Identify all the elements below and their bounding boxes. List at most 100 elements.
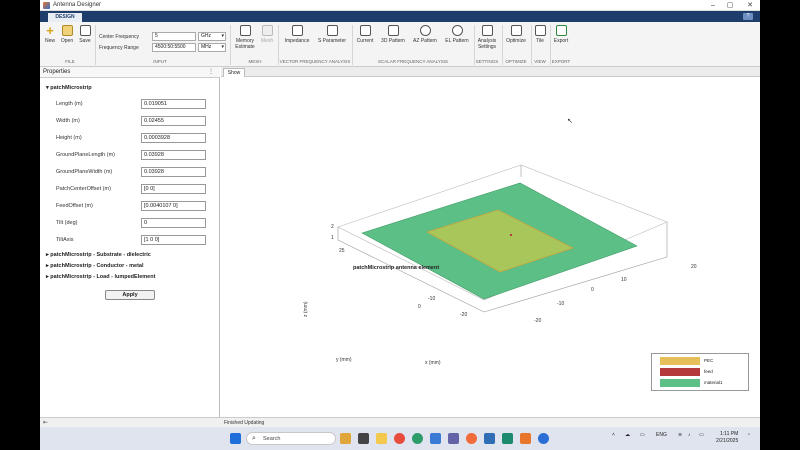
windows-taskbar: ⌕ Search ˄ ☁ ▭ ENG ≋ ♪ ▭ 1:11 PM 2/21/20…	[40, 427, 760, 450]
export-button[interactable]: Export	[551, 25, 571, 44]
current-button[interactable]: Current	[354, 25, 376, 44]
close-button[interactable]: ✕	[743, 1, 757, 10]
export-label: Export	[553, 38, 569, 44]
maximize-button[interactable]: ▢	[723, 1, 737, 10]
property-label: GroundPlaneLength (m)	[56, 152, 116, 158]
chrome-icon[interactable]	[394, 433, 405, 444]
open-button[interactable]: Open	[59, 25, 75, 44]
3d-pattern-button[interactable]: 3D Pattern	[379, 25, 407, 44]
s-parameter-icon	[326, 25, 338, 36]
collapse-panel-icon[interactable]: ⇤	[43, 419, 48, 426]
section-conductor[interactable]: ▸ patchMicrostrip - Conductor - metal	[46, 263, 144, 269]
status-bar: ⇤ Finished Updating	[40, 417, 760, 427]
z-tick-1: 1	[331, 235, 334, 241]
new-button[interactable]: + New	[43, 24, 57, 44]
terminal-icon[interactable]	[502, 433, 513, 444]
y-tick-neg20: -20	[460, 312, 467, 318]
tile-label: Tile	[536, 38, 544, 44]
property-input[interactable]: 0.0003928	[141, 133, 206, 143]
task-view-icon[interactable]	[358, 433, 369, 444]
memory-estimate-button[interactable]: Memory Estimate	[232, 25, 258, 50]
ribbon-tab-strip: DESIGN ?	[40, 11, 760, 22]
section-load[interactable]: ▸ patchMicrostrip - Load - lumpedElement	[46, 274, 155, 280]
property-input[interactable]: [0.0040107 0]	[141, 201, 206, 211]
frequency-range-unit-select[interactable]: MHz	[198, 43, 226, 52]
tray-chevron-icon[interactable]: ˄	[612, 432, 615, 438]
windows-start-icon[interactable]	[230, 433, 241, 444]
mesh-button[interactable]: Mesh	[259, 25, 275, 44]
optimize-button[interactable]: Optimize	[503, 25, 529, 44]
az-pattern-button[interactable]: AZ Pattern	[410, 25, 440, 44]
y-axis-label: y (mm)	[336, 357, 352, 363]
property-label: TiltAxis	[56, 237, 74, 243]
x-axis-label: x (mm)	[425, 360, 441, 366]
z-axis-label: z (mm)	[303, 301, 309, 317]
el-pattern-icon	[451, 25, 463, 36]
edge-icon[interactable]	[412, 433, 423, 444]
property-input[interactable]: 0.03928	[141, 150, 206, 160]
tab-show[interactable]: Show	[223, 68, 245, 77]
minimize-button[interactable]: –	[706, 1, 720, 10]
3d-pattern-label: 3D Pattern	[381, 38, 405, 44]
help-button[interactable]: ?	[743, 13, 753, 20]
tile-grid-icon	[534, 25, 546, 36]
notification-icon[interactable]: ◔	[747, 432, 750, 438]
group-file-label: FILE	[65, 59, 75, 64]
section-substrate[interactable]: ▸ patchMicrostrip - Substrate - dielectr…	[46, 252, 151, 258]
language-indicator[interactable]: ENG	[656, 432, 667, 438]
legend-label-material: material1	[704, 380, 723, 385]
word-icon[interactable]	[484, 433, 495, 444]
store-icon[interactable]	[430, 433, 441, 444]
tab-design[interactable]: DESIGN	[48, 13, 82, 22]
y-tick-neg10: -10	[428, 296, 435, 302]
analysis-settings-button[interactable]: Analysis Settings	[475, 25, 499, 50]
section-patch-microstrip[interactable]: ▾ patchMicrostrip	[46, 85, 92, 91]
search-icon: ⌕	[252, 435, 256, 442]
el-pattern-button[interactable]: EL Pattern	[442, 25, 472, 44]
zoom-icon[interactable]	[538, 433, 549, 444]
app-icon[interactable]	[466, 433, 477, 444]
ribbon-toolbar: + New Open Save FILE Center Frequency 5 …	[40, 22, 760, 67]
status-text: Finished Updating	[224, 420, 265, 426]
property-input[interactable]: 0.019051	[141, 99, 206, 109]
matlab-taskbar-icon[interactable]	[520, 433, 531, 444]
legend-label-feed: feed	[704, 369, 713, 374]
antenna-designer-window: Antenna Designer – ▢ ✕ DESIGN ? + New Op…	[40, 0, 760, 450]
impedance-label: Impedance	[284, 38, 310, 44]
az-pattern-label: AZ Pattern	[413, 38, 437, 44]
folder-icon	[61, 25, 73, 36]
s-parameter-button[interactable]: S Parameter	[315, 25, 349, 44]
x-tick-10: 10	[621, 277, 627, 283]
onedrive-icon[interactable]: ▭	[640, 432, 645, 438]
property-input[interactable]: [0 0]	[141, 184, 206, 194]
property-input[interactable]: [1 0 0]	[141, 235, 206, 245]
file-explorer-icon[interactable]	[376, 433, 387, 444]
teams-icon[interactable]	[448, 433, 459, 444]
save-button[interactable]: Save	[77, 25, 93, 44]
taskbar-search[interactable]: ⌕ Search	[246, 432, 336, 445]
impedance-button[interactable]: Impedance	[282, 25, 312, 44]
property-input[interactable]: 0.02455	[141, 116, 206, 126]
group-settings-label: SETTINGS	[475, 59, 499, 64]
memory-estimate-label-2: Estimate	[235, 44, 255, 50]
apply-button[interactable]: Apply	[105, 290, 155, 300]
center-frequency-input[interactable]: 5	[152, 32, 196, 41]
legend-swatch-pec	[660, 357, 700, 365]
widget-icon[interactable]	[340, 433, 351, 444]
group-input-label: INPUT	[153, 59, 167, 64]
legend-swatch-feed	[660, 368, 700, 376]
x-tick-neg10: -10	[557, 301, 564, 307]
battery-icon[interactable]: ▭	[699, 432, 704, 438]
wifi-icon[interactable]: ≋	[678, 432, 682, 438]
y-tick-25: 25	[339, 248, 345, 254]
center-frequency-unit-select[interactable]: GHz	[198, 32, 226, 41]
volume-icon[interactable]: ♪	[688, 432, 691, 438]
properties-menu-icon[interactable]: ⋮	[208, 68, 214, 75]
export-arrow-icon	[555, 25, 567, 36]
taskbar-clock[interactable]: 1:11 PM 2/21/2025	[716, 431, 738, 445]
frequency-range-input[interactable]: 4500:50:5500	[152, 43, 196, 52]
property-input[interactable]: 0.03928	[141, 167, 206, 177]
property-input[interactable]: 0	[141, 218, 206, 228]
cloud-icon[interactable]: ☁	[625, 432, 630, 438]
tile-button[interactable]: Tile	[532, 25, 548, 44]
